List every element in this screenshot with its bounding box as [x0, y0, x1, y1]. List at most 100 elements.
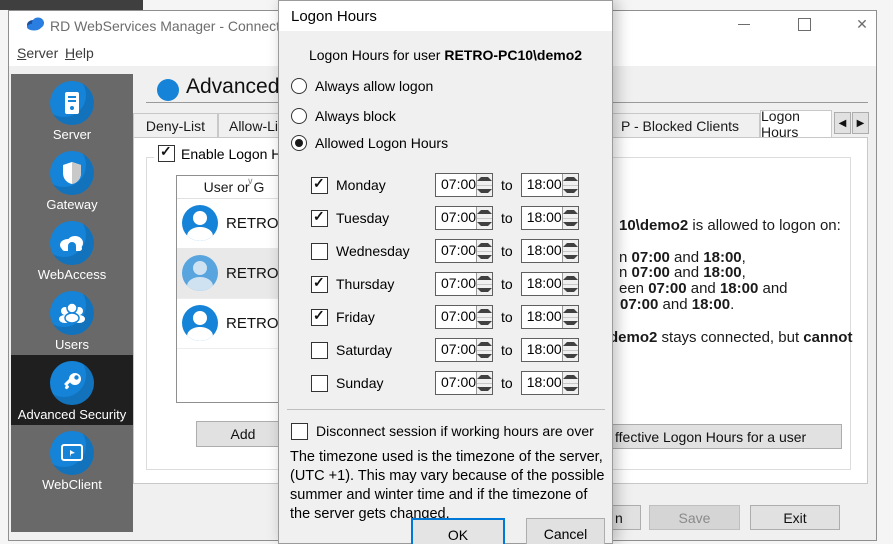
info-line: n 07:00 and 18:00, — [619, 264, 746, 281]
disconnect-session-checkbox[interactable] — [291, 423, 308, 440]
spinner[interactable] — [561, 207, 578, 229]
spinner-down-icon — [562, 285, 578, 296]
day-checkbox[interactable] — [311, 175, 328, 194]
spinner[interactable] — [476, 339, 492, 361]
day-checkbox[interactable] — [311, 374, 328, 392]
user-avatar-icon — [182, 305, 218, 341]
minimize-button[interactable] — [731, 16, 757, 32]
time-from-input[interactable]: 07:00 — [435, 173, 493, 197]
spinner-down-icon — [477, 285, 492, 296]
spinner[interactable] — [476, 174, 492, 196]
time-from-input[interactable]: 07:00 — [435, 305, 493, 329]
menu-server[interactable]: Server — [13, 44, 62, 62]
time-to-input[interactable]: 18:00 — [520, 239, 579, 263]
table-header-user-or-group[interactable]: ∨ User or G — [177, 176, 291, 199]
maximize-button[interactable] — [791, 16, 817, 32]
day-row-saturday: Saturday 07:00 to 18:00 — [311, 338, 579, 362]
spinner-up-icon — [477, 306, 492, 318]
time-to-input[interactable]: 18:00 — [520, 371, 579, 395]
spinner[interactable] — [476, 306, 492, 328]
table-row[interactable]: RETRO-PC — [177, 298, 304, 349]
exit-button[interactable]: Exit — [750, 505, 840, 530]
spinner[interactable] — [476, 207, 492, 229]
spinner[interactable] — [561, 306, 578, 328]
spinner-down-icon — [562, 351, 578, 362]
radio-icon[interactable] — [291, 108, 307, 124]
spinner[interactable] — [561, 240, 578, 262]
sidebar-item-webclient[interactable]: WebClient — [11, 425, 133, 495]
timezone-note: The timezone used is the timezone of the… — [290, 449, 605, 522]
table-row[interactable]: RETRO-PC — [177, 198, 304, 249]
add-button[interactable]: Add — [196, 421, 290, 447]
user-avatar-icon — [182, 205, 218, 241]
spinner[interactable] — [476, 372, 492, 394]
time-from-input[interactable]: 07:00 — [435, 371, 493, 395]
day-checkbox[interactable] — [311, 208, 328, 227]
time-from-input[interactable]: 07:00 — [435, 338, 493, 362]
shield-icon — [50, 151, 94, 195]
spinner[interactable] — [476, 273, 492, 295]
cancel-button[interactable]: Cancel — [526, 518, 605, 544]
show-effective-logon-hours-button[interactable]: ffective Logon Hours for a user — [606, 424, 842, 449]
maximize-icon — [797, 17, 811, 31]
disconnect-session-row[interactable]: Disconnect session if working hours are … — [291, 423, 594, 440]
tab-logon-hours[interactable]: Logon Hours — [760, 108, 832, 140]
sort-indicator-icon: ∨ — [247, 176, 254, 186]
close-button[interactable]: ✕ — [849, 16, 875, 32]
info-line: 07:00 and 18:00. — [620, 296, 735, 313]
spinner-down-icon — [477, 384, 492, 395]
dialog-separator — [287, 409, 605, 410]
radio-icon[interactable] — [291, 135, 307, 151]
time-to-input[interactable]: 18:00 — [520, 272, 579, 296]
menu-help[interactable]: Help — [61, 44, 98, 62]
day-checkbox[interactable] — [311, 274, 328, 293]
day-checkbox[interactable] — [311, 242, 328, 260]
background-window-strip — [0, 0, 143, 10]
close-icon: ✕ — [856, 16, 868, 32]
arrow-left-icon: ◀ — [838, 117, 847, 129]
spinner[interactable] — [561, 372, 578, 394]
save-button[interactable]: Save — [649, 505, 740, 530]
time-to-input[interactable]: 18:00 — [520, 305, 579, 329]
spinner[interactable] — [561, 339, 578, 362]
sidebar-item-webaccess[interactable]: WebAccess — [11, 215, 133, 285]
enable-logon-hours-row[interactable]: Enable Logon H — [154, 143, 286, 162]
enable-logon-hours-checkbox[interactable] — [158, 143, 175, 162]
radio-allowed-logon-hours[interactable]: Allowed Logon Hours — [291, 135, 448, 151]
radio-always-allow[interactable]: Always allow logon — [291, 78, 433, 94]
spinner-up-icon — [477, 372, 492, 384]
sidebar-label: WebClient — [42, 477, 102, 492]
spinner[interactable] — [561, 174, 578, 197]
spinner[interactable] — [476, 240, 492, 262]
spinner-up-icon — [562, 207, 578, 219]
ok-button[interactable]: OK — [411, 518, 505, 544]
spinner-down-icon — [477, 252, 492, 263]
table-row[interactable]: RETRO-PC — [177, 248, 304, 299]
sidebar-item-gateway[interactable]: Gateway — [11, 145, 133, 215]
spinner[interactable] — [561, 273, 578, 296]
page-key-icon — [157, 79, 179, 101]
spinner-down-icon — [562, 186, 578, 197]
time-to-input[interactable]: 18:00 — [520, 173, 579, 197]
monitor-icon — [50, 431, 94, 475]
sidebar-item-users[interactable]: Users — [11, 285, 133, 355]
tab-scroll-left-button[interactable]: ◀ — [834, 112, 851, 134]
tab-blocked-clients[interactable]: P - Blocked Clients — [600, 113, 760, 137]
time-from-input[interactable]: 07:00 — [435, 239, 493, 263]
sidebar-item-server[interactable]: Server — [11, 75, 133, 145]
user-table: ∨ User or G RETRO-PC RETRO-PC RETRO-PC — [176, 175, 304, 403]
sidebar-label: WebAccess — [37, 267, 107, 282]
time-to-input[interactable]: 18:00 — [520, 338, 579, 362]
day-row-tuesday: Tuesday 07:00 to 18:00 — [311, 206, 579, 230]
sidebar-item-advanced-security[interactable]: Advanced Security — [11, 355, 133, 425]
radio-icon[interactable] — [291, 78, 307, 94]
time-from-input[interactable]: 07:00 — [435, 272, 493, 296]
cloud-icon — [50, 221, 94, 265]
time-from-input[interactable]: 07:00 — [435, 206, 493, 230]
tab-deny-list[interactable]: Deny-List — [133, 113, 218, 137]
day-checkbox[interactable] — [311, 341, 328, 359]
radio-always-block[interactable]: Always block — [291, 108, 396, 124]
time-to-input[interactable]: 18:00 — [520, 206, 579, 230]
day-checkbox[interactable] — [311, 307, 328, 326]
tab-scroll-right-button[interactable]: ▶ — [852, 112, 869, 134]
